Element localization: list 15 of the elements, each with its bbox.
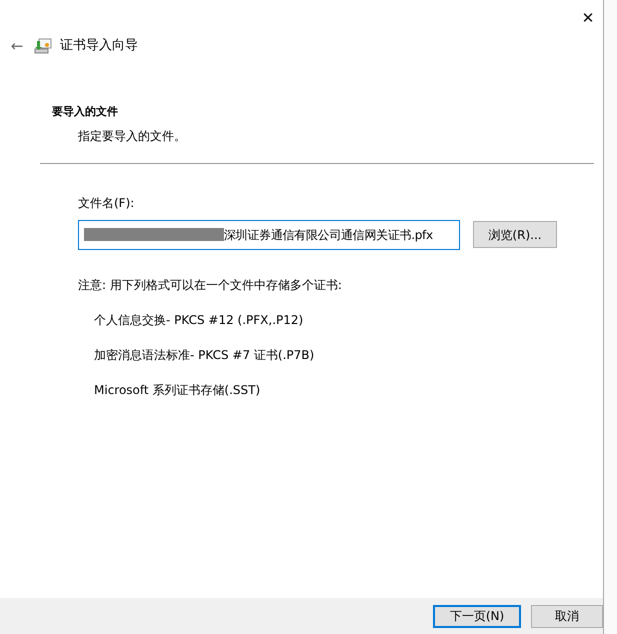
file-name-label: 文件名(F):: [78, 194, 134, 212]
cancel-button[interactable]: 取消: [531, 604, 603, 628]
close-button[interactable]: ✕: [573, 0, 603, 36]
next-button[interactable]: 下一页(N): [433, 604, 521, 628]
note-text: 注意: 用下列格式可以在一个文件中存储多个证书:: [78, 276, 342, 294]
format-item: 个人信息交换- PKCS #12 (.PFX,.P12): [94, 312, 304, 328]
format-item: 加密消息语法标准- PKCS #7 证书(.P7B): [94, 346, 314, 364]
format-item: Microsoft 系列证书存储(.SST): [94, 382, 260, 398]
window-title: 证书导入向导: [60, 37, 138, 56]
browse-button[interactable]: 浏览(R)...: [473, 221, 557, 248]
section-description: 指定要导入的文件。: [78, 128, 186, 144]
file-name-field[interactable]: 深圳证券通信有限公司通信网关证书.pfx: [78, 220, 460, 250]
section-heading: 要导入的文件: [52, 104, 118, 120]
certificate-icon: [34, 38, 52, 54]
back-button[interactable]: ←: [8, 34, 26, 58]
